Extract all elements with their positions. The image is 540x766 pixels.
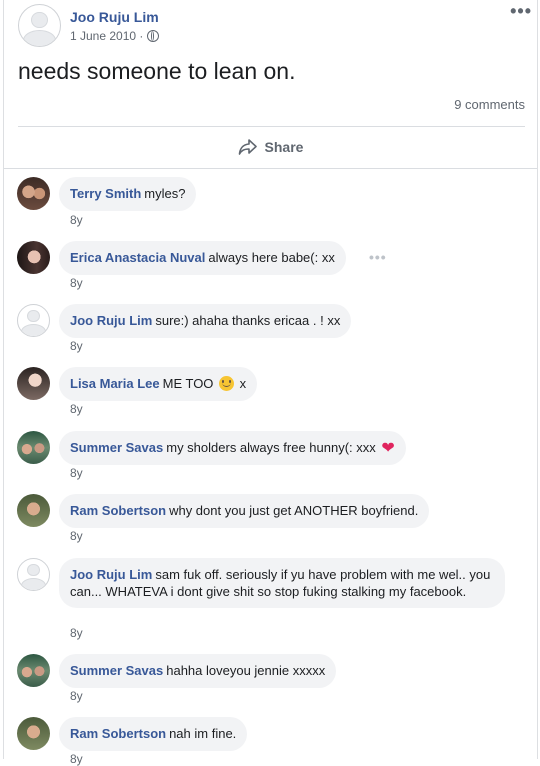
comment-text: sure:) ahaha thanks ericaa . ! xx <box>155 313 341 328</box>
commenter-name[interactable]: Erica Anastacia Nuval <box>70 250 205 265</box>
comment-bubble: Erica Anastacia Nuval always here babe(: … <box>59 241 346 275</box>
comment-text: nah im fine. <box>169 726 237 741</box>
commenter-avatar[interactable] <box>17 304 50 337</box>
commenter-name[interactable]: Ram Sobertson <box>70 726 166 741</box>
commenter-avatar[interactable] <box>17 177 50 210</box>
comment-text: my sholders always free hunny(: xxx <box>166 440 376 455</box>
commenter-avatar[interactable] <box>17 717 50 750</box>
commenter-name[interactable]: Joo Ruju Lim <box>70 567 152 582</box>
post-header: Joo Ruju Lim 1 June 2010 · ••• <box>18 2 531 48</box>
commenter-avatar[interactable] <box>17 494 50 527</box>
comment-time[interactable]: 8y <box>70 466 83 480</box>
comment-bubble: Joo Ruju Lim sure:) ahaha thanks ericaa .… <box>59 304 352 338</box>
commenter-avatar[interactable] <box>17 558 50 591</box>
comment-time[interactable]: 8y <box>70 752 83 766</box>
post-date-text[interactable]: 1 June 2010 · <box>70 29 143 43</box>
comment-time[interactable]: 8y <box>70 529 83 543</box>
commenter-name[interactable]: Summer Savas <box>70 440 163 455</box>
comment-text: always here babe(: xx <box>208 250 335 265</box>
comment-time[interactable]: 8y <box>70 402 83 416</box>
post-timestamp[interactable]: 1 June 2010 · <box>70 29 160 43</box>
divider <box>4 168 537 169</box>
comment-text-after-emoji: x <box>239 376 247 391</box>
commenter-avatar[interactable] <box>17 241 50 274</box>
comment-bubble: Ram Sobertson why dont you just get ANOTH… <box>59 494 430 528</box>
heart-emoji-icon: ❤ <box>381 440 395 457</box>
commenter-name[interactable]: Lisa Maria Lee <box>70 376 160 391</box>
comment-time[interactable]: 8y <box>70 339 83 353</box>
comment-time[interactable]: 8y <box>70 276 83 290</box>
comment-bubble: Lisa Maria Lee ME TOO x <box>59 367 258 401</box>
author-name[interactable]: Joo Ruju Lim <box>70 9 159 25</box>
comment-bubble: Joo Ruju Lim sam fuk off. seriously if yu… <box>59 558 505 608</box>
globe-icon <box>147 30 160 42</box>
post-text: needs someone to lean on. <box>18 58 296 84</box>
more-options-icon[interactable]: ••• <box>510 2 532 20</box>
comment-bubble: Terry Smith myles? <box>59 177 197 211</box>
share-icon <box>238 139 257 155</box>
author-avatar[interactable] <box>18 4 61 47</box>
comment-text: myles? <box>144 186 186 201</box>
commenter-name[interactable]: Ram Sobertson <box>70 503 166 518</box>
comment-time[interactable]: 8y <box>70 626 83 640</box>
commenter-avatar[interactable] <box>17 654 50 687</box>
comment-text: ME TOO <box>162 376 214 391</box>
commenter-name[interactable]: Terry Smith <box>70 186 141 201</box>
post-card: Joo Ruju Lim 1 June 2010 · ••• needs som… <box>3 0 538 766</box>
comment-text: hahha loveyou jennie xxxxx <box>166 663 326 678</box>
comment-text: why dont you just get ANOTHER boyfriend. <box>169 503 419 518</box>
share-label: Share <box>264 139 304 155</box>
comment-options-icon[interactable]: ••• <box>369 249 387 265</box>
comment-time[interactable]: 8y <box>70 689 83 703</box>
commenter-name[interactable]: Summer Savas <box>70 663 163 678</box>
comment-bubble: Ram Sobertson nah im fine. <box>59 717 248 751</box>
commenter-avatar[interactable] <box>17 431 50 464</box>
comment-bubble: Summer Savas hahha loveyou jennie xxxxx <box>59 654 337 688</box>
comment-count-link[interactable]: 9 comments <box>454 97 525 112</box>
share-button[interactable]: Share <box>4 128 537 166</box>
comment-time[interactable]: 8y <box>70 213 83 227</box>
commenter-avatar[interactable] <box>17 367 50 400</box>
commenter-name[interactable]: Joo Ruju Lim <box>70 313 152 328</box>
divider <box>18 126 525 127</box>
smiley-emoji-icon <box>219 376 235 391</box>
comment-bubble: Summer Savas my sholders always free hunn… <box>59 431 406 465</box>
